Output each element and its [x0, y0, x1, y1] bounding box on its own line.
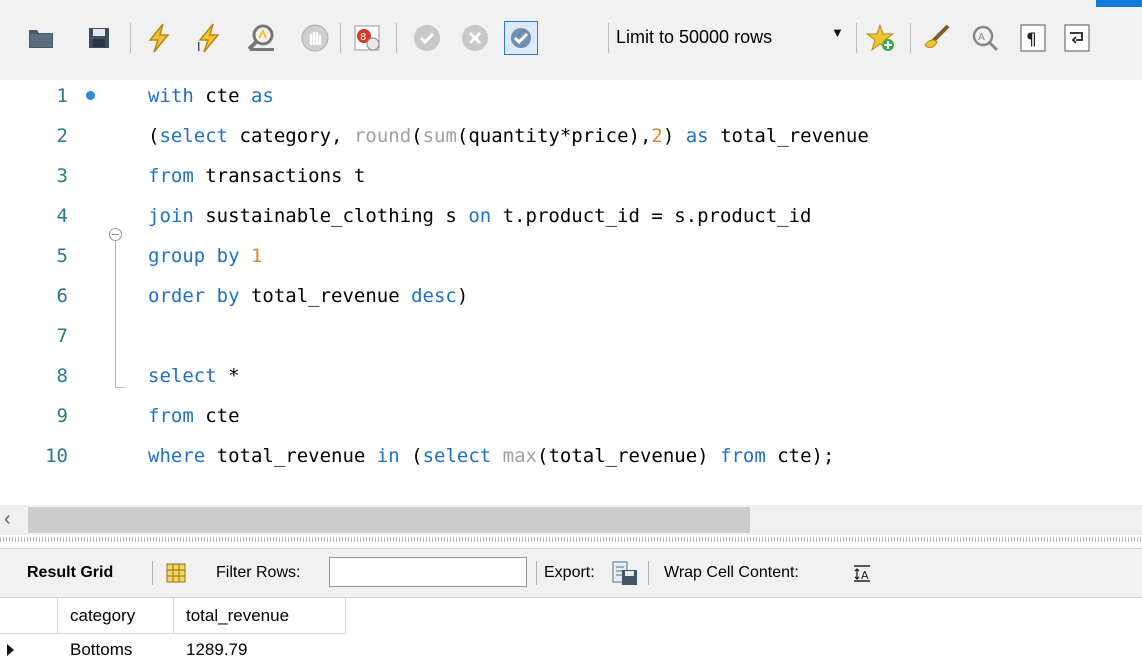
code-line[interactable]: 5 group by 1	[0, 241, 1142, 271]
svg-text:¶: ¶	[1026, 30, 1037, 50]
panel-splitter[interactable]	[0, 537, 1142, 542]
filter-rows-input[interactable]	[329, 557, 527, 587]
code-line[interactable]: 3 from transactions t	[0, 161, 1142, 191]
save-icon[interactable]	[82, 21, 116, 55]
toolbar-separator	[856, 23, 857, 53]
code-text: (select category, round(sum(quantity*pri…	[148, 125, 869, 147]
accent-strip	[1096, 0, 1142, 7]
code-text: join sustainable_clothing s on t.product…	[148, 205, 812, 227]
svg-text:A: A	[978, 32, 985, 43]
folder-icon[interactable]	[24, 21, 58, 55]
scroll-left-icon[interactable]: ‹	[4, 508, 11, 531]
rollback-icon[interactable]	[458, 21, 492, 55]
find-icon[interactable]: A	[968, 21, 1002, 55]
wrap-cell-content-label: Wrap Cell Content:	[664, 564, 799, 581]
result-grid-tab[interactable]: Result Grid	[27, 549, 113, 597]
sql-editor[interactable]: 1 with cte as 2 (select category, round(sum…	[0, 80, 1142, 486]
code-text: with cte as	[148, 85, 274, 107]
code-text: order by total_revenue desc)	[148, 285, 469, 307]
export-icon[interactable]	[612, 560, 638, 586]
autocommit-icon[interactable]	[504, 21, 538, 55]
explain-icon[interactable]	[244, 21, 278, 55]
column-header-total-revenue[interactable]: total_revenue	[174, 598, 346, 634]
current-row-marker-icon	[7, 644, 14, 656]
scrollbar-thumb[interactable]	[28, 507, 750, 533]
add-snippet-icon[interactable]	[864, 21, 898, 55]
line-number: 2	[56, 125, 68, 147]
cell-category[interactable]: Bottoms	[58, 634, 174, 665]
line-number: 8	[56, 365, 68, 387]
toolbar-separator	[536, 561, 537, 585]
code-text: select *	[148, 365, 240, 387]
code-text: from cte	[148, 405, 240, 427]
svg-text:I: I	[197, 40, 201, 53]
export-label: Export:	[544, 564, 595, 581]
toolbar-separator	[396, 23, 397, 53]
cell-total-revenue[interactable]: 1289.79	[174, 634, 346, 665]
code-line[interactable]: 2 (select category, round(sum(quantity*pr…	[0, 121, 1142, 151]
editor-toolbar: I 8 Limit to 50000 rows ▼ A ¶	[0, 0, 1142, 80]
fold-guide-end	[115, 387, 125, 388]
toolbar-separator	[910, 23, 911, 53]
code-text: from transactions t	[148, 165, 366, 187]
execute-current-icon[interactable]: I	[192, 21, 226, 55]
line-number: 1	[56, 85, 68, 107]
line-number: 9	[56, 405, 68, 427]
commit-icon[interactable]	[410, 21, 444, 55]
statement-marker-icon	[86, 91, 95, 100]
line-number: 3	[56, 165, 68, 187]
code-line[interactable]: 9 from cte	[0, 401, 1142, 431]
horizontal-scrollbar[interactable]: ‹	[0, 505, 1142, 535]
code-line[interactable]: 7	[0, 321, 1142, 351]
code-line[interactable]: 10 where total_revenue in (select max(tot…	[0, 441, 1142, 471]
toolbar-separator	[608, 23, 609, 53]
code-line[interactable]: 4 join sustainable_clothing s on t.produc…	[0, 201, 1142, 231]
line-number: 6	[56, 285, 68, 307]
row-header-corner	[0, 598, 58, 634]
code-text: group by 1	[148, 245, 263, 267]
filter-rows-label: Filter Rows:	[216, 564, 301, 581]
line-number: 5	[56, 245, 68, 267]
code-text: where total_revenue in (select max(total…	[148, 445, 835, 467]
toggle-continue-on-error-icon[interactable]: 8	[350, 21, 384, 55]
code-line[interactable]: 1 with cte as	[0, 81, 1142, 111]
code-line[interactable]: 6 order by total_revenue desc)	[0, 281, 1142, 311]
column-header-category[interactable]: category	[58, 598, 174, 634]
toolbar-separator	[152, 561, 153, 585]
toolbar-separator	[130, 23, 131, 53]
svg-text:8: 8	[360, 32, 366, 43]
invisible-chars-icon[interactable]: ¶	[1016, 21, 1050, 55]
stop-icon[interactable]	[298, 21, 332, 55]
wrap-cell-content-icon[interactable]: A	[852, 563, 872, 583]
line-number: 10	[45, 445, 68, 467]
code-line[interactable]: 8 select *	[0, 361, 1142, 391]
word-wrap-icon[interactable]	[1060, 21, 1094, 55]
grid-view-icon[interactable]	[166, 563, 186, 583]
svg-text:A: A	[861, 569, 869, 582]
toolbar-separator	[340, 23, 341, 53]
result-toolbar: Result Grid Filter Rows: Export: Wrap Ce…	[0, 548, 1142, 598]
line-number: 7	[56, 325, 68, 347]
result-grid[interactable]: category total_revenue Bottoms 1289.79	[0, 598, 1142, 665]
row-limit-select[interactable]: Limit to 50000 rows	[616, 18, 772, 56]
toolbar-separator	[648, 561, 649, 585]
line-number: 4	[56, 205, 68, 227]
beautify-icon[interactable]	[920, 21, 954, 55]
fold-collapse-icon[interactable]	[109, 228, 122, 241]
chevron-down-icon[interactable]: ▼	[831, 25, 844, 40]
execute-icon[interactable]	[142, 21, 176, 55]
fold-guide	[115, 241, 116, 387]
